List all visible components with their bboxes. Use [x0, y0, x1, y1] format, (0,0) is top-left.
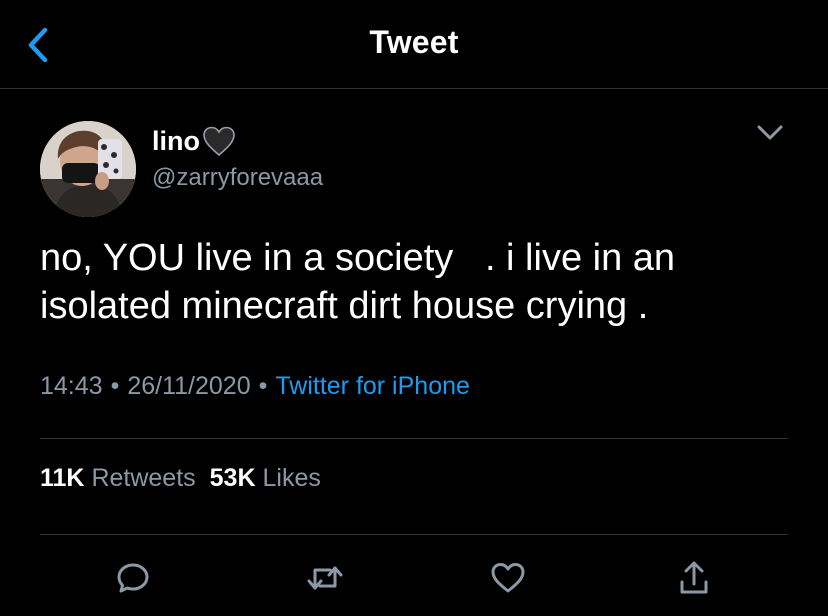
tweet-source-link[interactable]: Twitter for iPhone [275, 372, 470, 400]
divider [40, 438, 788, 439]
like-button[interactable] [486, 556, 530, 600]
likes-label: Likes [262, 464, 321, 492]
reply-icon [117, 563, 149, 593]
retweets-label: Retweets [91, 464, 196, 492]
like-icon [491, 563, 525, 593]
meta-separator: • [258, 372, 268, 400]
chevron-down-icon [757, 125, 783, 140]
share-button[interactable] [672, 556, 716, 600]
share-icon [680, 561, 708, 594]
more-options-button[interactable] [752, 118, 788, 148]
retweet-icon [307, 566, 343, 590]
tweet-metadata: 14:43 • 26/11/2020 • Twitter for iPhone [40, 372, 470, 401]
avatar-photo [40, 121, 136, 217]
author-display-name[interactable]: lino [152, 126, 200, 157]
author-handle[interactable]: @zarryforevaaa [152, 164, 323, 192]
meta-separator: • [110, 372, 120, 400]
likes-stat[interactable]: 53K Likes [210, 464, 321, 492]
author-name-row[interactable]: lino [152, 124, 236, 158]
tweet-date: 26/11/2020 [127, 372, 251, 400]
retweet-button[interactable] [303, 556, 347, 600]
action-bar [0, 556, 828, 600]
tweet-text: no, YOU live in a society . i live in an… [40, 237, 676, 327]
divider [40, 534, 788, 535]
retweets-count: 11K [40, 464, 85, 492]
top-bar: Tweet [0, 0, 828, 89]
reply-button[interactable] [111, 556, 155, 600]
avatar[interactable] [40, 121, 136, 217]
retweets-stat[interactable]: 11K Retweets [40, 464, 196, 492]
black-heart-icon [202, 126, 236, 161]
tweet-stats: 11K Retweets 53K Likes [40, 464, 321, 493]
page-title: Tweet [369, 24, 459, 60]
tweet-time: 14:43 [40, 372, 103, 400]
likes-count: 53K [209, 464, 256, 492]
